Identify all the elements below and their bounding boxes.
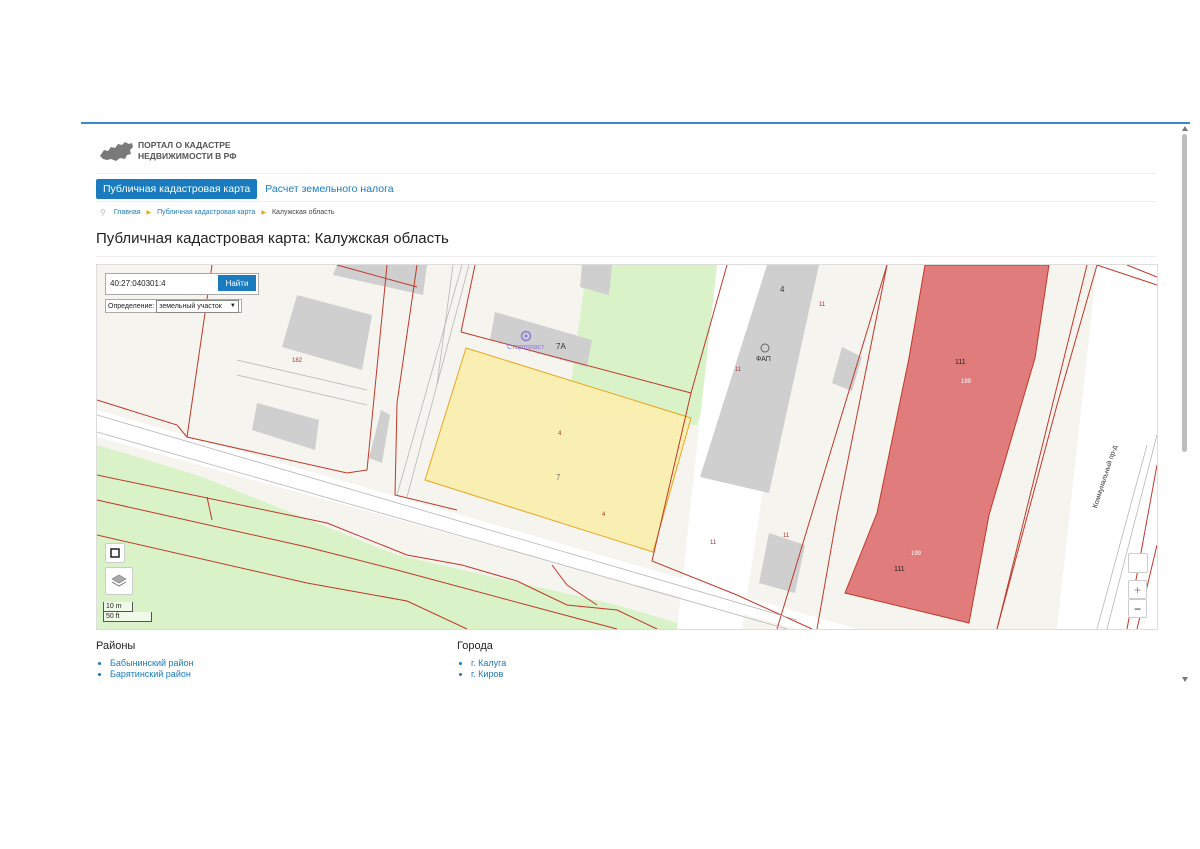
city-link[interactable]: г. Киров bbox=[471, 669, 506, 680]
label-4: 4 bbox=[602, 512, 606, 518]
definition-row: Определение: земельный участок ▼ bbox=[105, 299, 242, 313]
building bbox=[759, 533, 805, 593]
label-11: 11 bbox=[783, 533, 790, 539]
breadcrumb-home[interactable]: Главная bbox=[114, 209, 141, 216]
zoom-out-button[interactable]: − bbox=[1128, 599, 1147, 618]
building bbox=[490, 312, 592, 367]
parcel-111[interactable] bbox=[844, 265, 1050, 624]
logo-text: ПОРТАЛ О КАДАСТРЕ НЕДВИЖИМОСТИ В РФ bbox=[138, 140, 237, 161]
label-199: 199 bbox=[911, 551, 922, 557]
label-4: 4 bbox=[558, 431, 562, 437]
scroll-thumb[interactable] bbox=[1182, 134, 1187, 452]
nav-divider bbox=[96, 201, 1156, 202]
label-111: 111 bbox=[955, 359, 966, 366]
definition-label: Определение: bbox=[108, 302, 155, 310]
label-199: 199 bbox=[961, 379, 972, 385]
page-title: Публичная кадастровая карта: Калужская о… bbox=[96, 230, 449, 247]
zoom-in-button[interactable]: + bbox=[1128, 580, 1147, 599]
chevron-right-icon: ▶ bbox=[146, 210, 152, 216]
scroll-down-icon[interactable] bbox=[1182, 677, 1188, 682]
map-canvas[interactable] bbox=[97, 265, 1157, 629]
label-7: 7 bbox=[556, 473, 561, 482]
breadcrumb: ⚲ Главная ▶ Публичная кадастровая карта … bbox=[100, 208, 335, 217]
russia-map-icon bbox=[100, 142, 133, 161]
definition-value: земельный участок bbox=[159, 302, 222, 310]
tab-land-tax[interactable]: Расчет земельного налога bbox=[257, 179, 401, 199]
building bbox=[832, 347, 862, 391]
scroll-up-icon[interactable] bbox=[1182, 126, 1188, 131]
cities-list: г. Калуга г. Киров bbox=[457, 658, 506, 680]
label-fap: ФАП bbox=[756, 356, 771, 363]
location-pin-icon: ⚲ bbox=[100, 208, 106, 217]
road bbox=[1057, 265, 1157, 629]
chevron-right-icon: ▶ bbox=[261, 210, 266, 216]
label-11: 11 bbox=[710, 540, 717, 546]
layers-button[interactable] bbox=[105, 567, 133, 595]
cadastral-search: Найти bbox=[105, 273, 259, 295]
find-button[interactable]: Найти bbox=[218, 275, 256, 291]
header-divider bbox=[96, 173, 1156, 174]
districts-section: Районы Бабынинский район Барятинский рай… bbox=[96, 640, 194, 680]
cities-title: Города bbox=[457, 640, 493, 652]
definition-select[interactable]: земельный участок ▼ bbox=[156, 299, 239, 313]
label-111: 111 bbox=[894, 566, 905, 573]
label-7a: 7А bbox=[556, 342, 566, 351]
building bbox=[252, 403, 319, 450]
browser-frame: ПОРТАЛ О КАДАСТРЕ НЕДВИЖИМОСТИ В РФ Публ… bbox=[81, 122, 1190, 684]
tab-public-map[interactable]: Публичная кадастровая карта bbox=[96, 179, 258, 199]
map-control-square[interactable] bbox=[1128, 553, 1148, 573]
label-11: 11 bbox=[735, 367, 742, 373]
chevron-down-icon: ▼ bbox=[229, 303, 236, 309]
scale-meters: 10 m bbox=[103, 602, 133, 612]
breadcrumb-current: Калужская область bbox=[271, 209, 335, 216]
page-scrollbar[interactable] bbox=[1180, 124, 1190, 684]
fullscreen-button[interactable] bbox=[105, 543, 125, 563]
city-link[interactable]: г. Калуга bbox=[471, 658, 506, 669]
label-11: 11 bbox=[819, 302, 826, 308]
square-icon bbox=[110, 548, 120, 558]
cadastral-map[interactable]: 182 7А Стартпласт 4 ФАП 11 11 11 11 111 … bbox=[96, 264, 1158, 630]
scale-bar: 10 m 50 ft bbox=[103, 602, 152, 622]
label-182: 182 bbox=[292, 358, 303, 364]
label-4: 4 bbox=[780, 285, 785, 294]
main-nav: Публичная кадастровая карта Расчет земел… bbox=[96, 179, 402, 199]
district-link[interactable]: Барятинский район bbox=[110, 669, 194, 680]
scale-feet: 50 ft bbox=[103, 612, 152, 622]
districts-list: Бабынинский район Барятинский район bbox=[96, 658, 194, 680]
site-logo[interactable]: ПОРТАЛ О КАДАСТРЕ НЕДВИЖИМОСТИ В РФ bbox=[98, 138, 248, 164]
breadcrumb-map[interactable]: Публичная кадастровая карта bbox=[157, 209, 255, 216]
label-startplast: Стартпласт bbox=[507, 344, 545, 351]
layers-icon bbox=[111, 574, 127, 587]
cadastral-number-input[interactable] bbox=[106, 274, 218, 292]
districts-title: Районы bbox=[96, 640, 136, 652]
cities-section: Города г. Калуга г. Киров bbox=[457, 640, 506, 680]
title-divider bbox=[96, 256, 1156, 257]
district-link[interactable]: Бабынинский район bbox=[110, 658, 194, 669]
